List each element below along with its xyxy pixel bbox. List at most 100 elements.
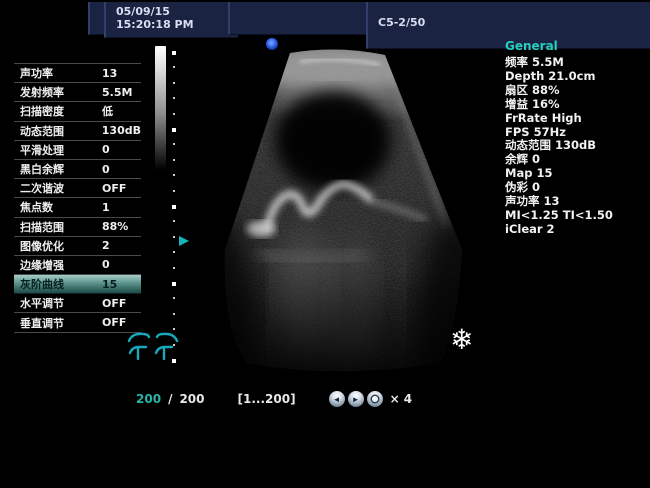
param-label: 平滑处理	[14, 142, 102, 158]
ultrasound-sector-image	[185, 38, 485, 378]
info-line: FrRate High	[505, 112, 645, 126]
param-value: 15	[102, 278, 117, 291]
sidebar-param-row[interactable]: 灰阶曲线15	[14, 275, 141, 294]
playback-buttons: ◄ ►	[329, 391, 383, 407]
depth-tick	[172, 51, 176, 55]
depth-ruler	[172, 51, 178, 367]
sidebar-param-row[interactable]: 声功率13	[14, 63, 141, 83]
info-line: 伪彩 0	[505, 181, 645, 195]
param-label: 水平调节	[14, 295, 102, 311]
depth-tick	[173, 251, 175, 253]
param-value: 1	[102, 201, 110, 214]
stop-icon	[372, 396, 378, 402]
param-value: 5.5M	[102, 86, 132, 99]
frame-range: [1...200]	[238, 392, 296, 406]
param-label: 边缘增强	[14, 257, 102, 273]
info-line: Map 15	[505, 167, 645, 181]
param-value: OFF	[102, 297, 126, 310]
info-panel-title: General	[505, 39, 645, 53]
depth-tick	[173, 313, 175, 315]
param-label: 垂直调节	[14, 315, 102, 331]
param-value: 13	[102, 67, 117, 80]
depth-tick	[172, 205, 176, 209]
param-label: 焦点数	[14, 199, 102, 215]
datetime-box: 05/09/15 15:20:18 PM	[104, 2, 238, 38]
sidebar-param-row[interactable]: 垂直调节OFF	[14, 313, 141, 332]
sidebar-param-row[interactable]: 二次谐波OFF	[14, 179, 141, 198]
time-text: 15:20:18 PM	[116, 18, 238, 31]
depth-tick	[172, 282, 176, 286]
depth-tick	[173, 113, 175, 115]
depth-tick	[172, 128, 176, 132]
patient-info-box	[228, 2, 366, 35]
param-label: 发射频率	[14, 84, 102, 100]
param-value: 0	[102, 143, 110, 156]
param-label: 黑白余辉	[14, 161, 102, 177]
depth-tick	[173, 82, 175, 84]
depth-tick	[173, 66, 175, 68]
freeze-indicator-icon: ❄	[450, 325, 473, 355]
info-line: 扇区 88%	[505, 84, 645, 98]
param-label: 扫描密度	[14, 103, 102, 119]
date-text: 05/09/15	[116, 5, 238, 18]
depth-tick	[173, 159, 175, 161]
param-value: 2	[102, 239, 110, 252]
stop-button[interactable]	[367, 391, 383, 407]
param-value: 0	[102, 163, 110, 176]
current-frame: 200	[136, 392, 161, 406]
sidebar-param-row[interactable]: 平滑处理0	[14, 141, 141, 160]
param-value: OFF	[102, 182, 126, 195]
depth-tick	[173, 220, 175, 222]
sidebar-param-row[interactable]: 图像优化2	[14, 237, 141, 256]
info-line: 声功率 13	[505, 195, 645, 209]
parameter-sidebar: 声功率13发射频率5.5M扫描密度低动态范围130dB平滑处理0黑白余辉0二次谐…	[14, 63, 141, 333]
param-label: 声功率	[14, 65, 102, 81]
sidebar-param-row[interactable]: 扫描密度低	[14, 102, 141, 121]
param-label: 二次谐波	[14, 180, 102, 196]
info-line: 余辉 0	[505, 153, 645, 167]
step-back-icon: ◄	[333, 395, 341, 404]
info-line: 频率 5.5M	[505, 56, 645, 70]
play-forward-icon: ►	[352, 395, 360, 404]
sidebar-param-row[interactable]: 焦点数1	[14, 198, 141, 217]
play-forward-button[interactable]: ►	[348, 391, 364, 407]
info-line: iClear 2	[505, 223, 645, 237]
tgc-curve-icon	[126, 328, 180, 362]
total-frames: 200	[179, 392, 204, 406]
sidebar-param-row[interactable]: 扫描范围88%	[14, 218, 141, 237]
param-value: 0	[102, 258, 110, 271]
probe-label: C5-2/50	[378, 16, 425, 29]
playback-speed: × 4	[390, 392, 413, 406]
depth-tick	[173, 297, 175, 299]
orientation-marker-icon	[266, 38, 278, 50]
param-value: 130dB	[102, 124, 141, 137]
param-value: OFF	[102, 316, 126, 329]
param-label: 动态范围	[14, 123, 102, 139]
depth-tick	[173, 97, 175, 99]
info-line: 动态范围 130dB	[505, 139, 645, 153]
param-label: 灰阶曲线	[14, 276, 102, 292]
info-line: MI<1.25 TI<1.50	[505, 209, 645, 223]
grayscale-map-bar	[155, 46, 166, 170]
sidebar-param-row[interactable]: 黑白余辉0	[14, 160, 141, 179]
step-back-button[interactable]: ◄	[329, 391, 345, 407]
topbar-edge-box	[88, 2, 104, 35]
depth-tick	[173, 236, 175, 238]
sidebar-param-row[interactable]: 动态范围130dB	[14, 122, 141, 141]
depth-tick	[173, 143, 175, 145]
param-value: 88%	[102, 220, 128, 233]
depth-tick	[173, 190, 175, 192]
sidebar-param-row[interactable]: 发射频率5.5M	[14, 83, 141, 102]
sidebar-param-row[interactable]: 边缘增强0	[14, 256, 141, 275]
ultrasound-screen: { "colors": { "accent_teal": "#2bb3a8", …	[0, 0, 650, 488]
param-label: 图像优化	[14, 238, 102, 254]
info-line: 增益 16%	[505, 98, 645, 112]
sidebar-param-row[interactable]: 水平调节OFF	[14, 294, 141, 313]
frame-separator: /	[168, 392, 172, 406]
param-value: 低	[102, 103, 113, 119]
info-line: FPS 57Hz	[505, 126, 645, 140]
info-panel-lines: 频率 5.5M Depth 21.0cm 扇区 88% 增益 16% FrRat…	[505, 56, 645, 237]
depth-tick	[173, 267, 175, 269]
param-label: 扫描范围	[14, 219, 102, 235]
cine-playback-bar: 200 / 200 [1...200] ◄ ► × 4	[136, 390, 412, 408]
